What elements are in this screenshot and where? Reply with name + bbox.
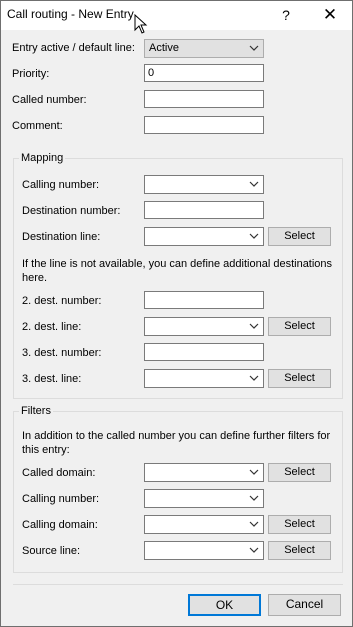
calling-domain-select[interactable] — [144, 515, 264, 534]
chevron-down-icon — [249, 375, 259, 381]
comment-label: Comment: — [12, 120, 63, 132]
destination-line-label: Destination line: — [22, 231, 101, 243]
destination-number-field[interactable] — [144, 201, 264, 219]
ok-button[interactable]: OK — [188, 594, 261, 616]
comment-field[interactable] — [144, 116, 264, 134]
called-domain-label: Called domain: — [22, 467, 96, 479]
calling-domain-label: Calling domain: — [22, 519, 98, 531]
chevron-down-icon — [249, 521, 259, 527]
select-button-label: Select — [284, 466, 315, 478]
called-domain-select-button[interactable]: Select — [268, 463, 331, 482]
dest2-line-label: 2. dest. line: — [22, 321, 82, 333]
dest2-number-field[interactable] — [144, 291, 264, 309]
help-icon[interactable]: ? — [278, 5, 294, 25]
chevron-down-icon — [249, 323, 259, 329]
filter-calling-number-label: Calling number: — [22, 493, 100, 505]
dest2-line-select[interactable] — [144, 317, 264, 336]
select-button-label: Select — [284, 320, 315, 332]
entry-active-value: Active — [149, 42, 179, 54]
mapping-group-label: Mapping — [19, 152, 66, 164]
source-line-select[interactable] — [144, 541, 264, 560]
dest2-number-label: 2. dest. number: — [22, 295, 102, 307]
window-title: Call routing - New Entry — [7, 7, 134, 21]
mouse-cursor-icon — [134, 14, 148, 34]
select-button-label: Select — [284, 230, 315, 242]
dest3-line-select-button[interactable]: Select — [268, 369, 331, 388]
filters-group-label: Filters — [19, 405, 53, 417]
calling-number-select[interactable] — [144, 175, 264, 194]
chevron-down-icon — [249, 469, 259, 475]
filter-calling-number-select[interactable] — [144, 489, 264, 508]
chevron-down-icon — [249, 45, 259, 51]
dest3-number-field[interactable] — [144, 343, 264, 361]
close-icon[interactable]: ✕ — [317, 4, 343, 26]
mapping-info-text: If the line is not available, you can de… — [22, 258, 333, 284]
dialog-window: Call routing - New Entry ? ✕ Entry activ… — [0, 0, 353, 627]
called-number-field[interactable] — [144, 90, 264, 108]
priority-field[interactable]: 0 — [144, 64, 264, 82]
priority-label: Priority: — [12, 68, 50, 80]
select-button-label: Select — [284, 544, 315, 556]
calling-number-label: Calling number: — [22, 179, 100, 191]
chevron-down-icon — [249, 181, 259, 187]
source-line-select-button[interactable]: Select — [268, 541, 331, 560]
calling-domain-select-button[interactable]: Select — [268, 515, 331, 534]
entry-active-label: Entry active / default line: — [12, 42, 135, 54]
destination-line-select[interactable] — [144, 227, 264, 246]
called-number-label: Called number: — [12, 94, 87, 106]
dest3-line-select[interactable] — [144, 369, 264, 388]
filters-info-text: In addition to the called number you can… — [22, 430, 331, 456]
called-domain-select[interactable] — [144, 463, 264, 482]
footer-divider — [13, 584, 343, 585]
chevron-down-icon — [249, 495, 259, 501]
dest3-number-label: 3. dest. number: — [22, 347, 102, 359]
destination-number-label: Destination number: — [22, 205, 121, 217]
cancel-button[interactable]: Cancel — [268, 594, 341, 616]
chevron-down-icon — [249, 233, 259, 239]
source-line-label: Source line: — [22, 545, 81, 557]
chevron-down-icon — [249, 547, 259, 553]
title-bar: Call routing - New Entry ? ✕ — [1, 1, 352, 30]
entry-active-select[interactable]: Active — [144, 39, 264, 58]
destination-line-select-button[interactable]: Select — [268, 227, 331, 246]
dest3-line-label: 3. dest. line: — [22, 373, 82, 385]
dest2-line-select-button[interactable]: Select — [268, 317, 331, 336]
select-button-label: Select — [284, 518, 315, 530]
select-button-label: Select — [284, 372, 315, 384]
